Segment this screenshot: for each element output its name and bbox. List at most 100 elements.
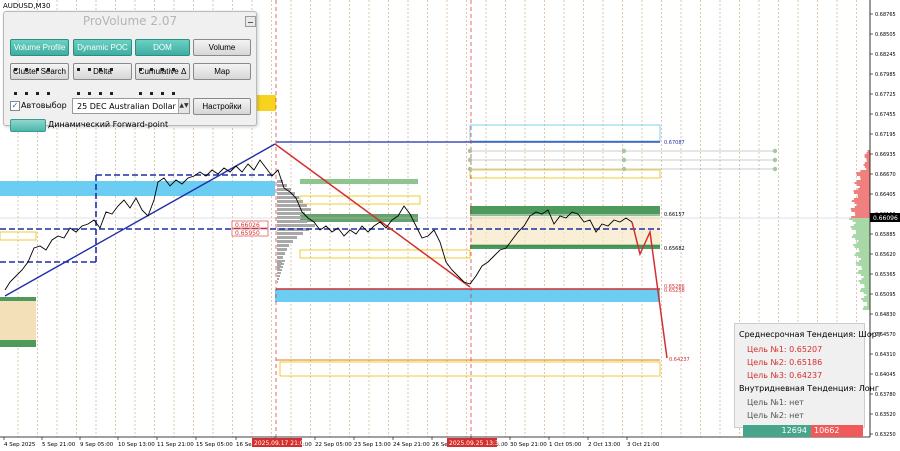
instrument-value: 25 DEC Australian Dollar: [77, 102, 176, 111]
level-label-5: 0.65258: [664, 288, 685, 294]
yellow-zone-top: [256, 95, 276, 111]
panel-title: ProVolume 2.07: [82, 14, 178, 28]
profile-bar: [863, 276, 870, 278]
profile-bar: [277, 200, 303, 203]
profile-bar: [277, 263, 284, 265]
button-dots: [14, 80, 58, 95]
x-tick-label: 1 Oct 05:00: [549, 442, 582, 448]
profile-bar: [277, 275, 280, 277]
profile-bar: [866, 160, 870, 162]
dynamic-poc-button[interactable]: Dynamic POC: [73, 39, 132, 56]
x-tick-label: 9 Sep 05:00: [80, 442, 114, 448]
marker-dot: [772, 148, 778, 154]
profile-bar: [858, 270, 870, 272]
y-tick-label: 0.65365: [875, 272, 896, 278]
profile-bar: [862, 300, 870, 302]
profile-bar: [864, 284, 870, 286]
cumulative-delta-button[interactable]: Cumulative Δ: [135, 63, 190, 80]
time-highlight-1: 2025.09.17 21:00: [254, 440, 308, 447]
marker-dot: [467, 157, 473, 163]
time-axis-ticks: 4 Sep 2025 5 Sep 21:00 9 Sep 05:00 10 Sep 1…: [3, 437, 660, 448]
delta-volume-bar: 12694 10662: [743, 425, 863, 437]
profile-bar: [857, 194, 870, 196]
y-tick-label: 0.67195: [875, 132, 896, 138]
profile-bar: [277, 278, 279, 280]
profile-bar: [851, 210, 870, 212]
map-button[interactable]: Map: [193, 63, 251, 80]
profile-bar: [853, 234, 870, 236]
profile-bar: [855, 214, 870, 216]
profile-bar: [852, 220, 870, 222]
auto-select-checkbox[interactable]: ✓: [10, 101, 20, 111]
profile-bar: [856, 172, 870, 174]
profile-bar: [277, 281, 278, 283]
x-tick-label: 4 Sep 2025: [4, 442, 36, 448]
profile-bar: [860, 258, 870, 260]
marker-dot: [467, 148, 473, 154]
x-tick-label: 3 Oct 21:00: [627, 442, 660, 448]
profile-bar: [277, 224, 315, 227]
intraday-trend-text: Внутридневная Тенденция: Лонг: [739, 384, 880, 393]
cluster-search-button[interactable]: Cluster Search: [10, 63, 69, 80]
marker-dot: [772, 166, 778, 172]
profile-bar: [277, 204, 307, 207]
profile-bar: [866, 168, 870, 170]
profile-bar: [861, 278, 870, 280]
settings-button[interactable]: Настройки: [193, 98, 251, 115]
profile-bar: [851, 216, 870, 218]
profile-bar: [857, 184, 870, 186]
auto-select-label: Автовыбор: [21, 101, 67, 110]
instrument-select[interactable]: 25 DEC Australian Dollar ▲▼: [72, 98, 190, 114]
forward-point-toggle[interactable]: [10, 119, 46, 132]
volume-profile-button[interactable]: Volume Profile: [10, 39, 69, 56]
profile-bar: [854, 254, 870, 256]
profile-bar: [849, 218, 870, 220]
trend-info-panel: Среднесрочная Тенденция: Шорт Цель №1: 0…: [734, 323, 881, 428]
button-dots: [139, 80, 183, 95]
target-3: Цель №3: 0.64237: [747, 371, 823, 380]
y-tick-label: 0.64310: [875, 352, 896, 358]
x-tick-label: 15 Sep 05:00: [196, 442, 233, 448]
level-label-6: 0.64237: [669, 357, 690, 363]
delta-button[interactable]: Delta: [73, 63, 132, 80]
profile-bar: [860, 282, 870, 284]
marker-dot: [467, 166, 473, 172]
profile-bar: [856, 242, 870, 244]
profile-bar: [855, 238, 870, 240]
profile-bar: [866, 152, 870, 154]
x-tick-label: 30 Sep 21:00: [510, 442, 547, 448]
x-tick-label: 10 Sep 13:00: [118, 442, 155, 448]
profile-bar: [855, 262, 870, 264]
minimize-icon[interactable]: [245, 16, 256, 27]
mid-trend-text: Среднесрочная Тенденция: Шорт: [739, 330, 882, 339]
y-tick-label: 0.66405: [875, 192, 896, 198]
chevron-updown-icon[interactable]: ▲▼: [178, 99, 189, 113]
profile-bar: [856, 174, 870, 176]
x-tick-label: 2 Oct 13:00: [588, 442, 621, 448]
profile-bar: [866, 302, 870, 304]
profile-bar: [277, 220, 307, 223]
profile-bar: [864, 154, 870, 156]
profile-bar: [853, 244, 870, 246]
intraday-target-2: Цель №2: нет: [747, 411, 804, 420]
target-1: Цель №1: 0.65207: [747, 345, 823, 354]
volume-button[interactable]: Volume: [193, 39, 251, 56]
profile-bar: [277, 236, 297, 239]
green-zone-right: [470, 206, 660, 214]
chart-window[interactable]: 0.68765 0.68505 0.68245 0.67985 0.67725 0.674…: [0, 0, 900, 451]
dom-button[interactable]: DOM: [135, 39, 190, 56]
provolume-panel[interactable]: ProVolume 2.07 Volume Profile Dynamic PO…: [3, 11, 257, 132]
profile-bar: [864, 156, 870, 158]
y-tick-label: 0.65095: [875, 292, 896, 298]
beige-zone-left: [0, 300, 36, 342]
marker-dot: [621, 157, 627, 163]
y-tick-label: 0.67725: [875, 92, 896, 98]
y-tick-label: 0.68245: [875, 52, 896, 58]
level-label-1: 0.67087: [664, 140, 685, 146]
button-dots: [77, 80, 121, 95]
time-highlight-2: 2025.09.25 13:30: [449, 440, 503, 447]
profile-bar: [277, 266, 283, 268]
x-tick-label: 22 Sep 05:00: [315, 442, 352, 448]
profile-bar: [851, 228, 870, 230]
profile-bar: [856, 180, 870, 182]
